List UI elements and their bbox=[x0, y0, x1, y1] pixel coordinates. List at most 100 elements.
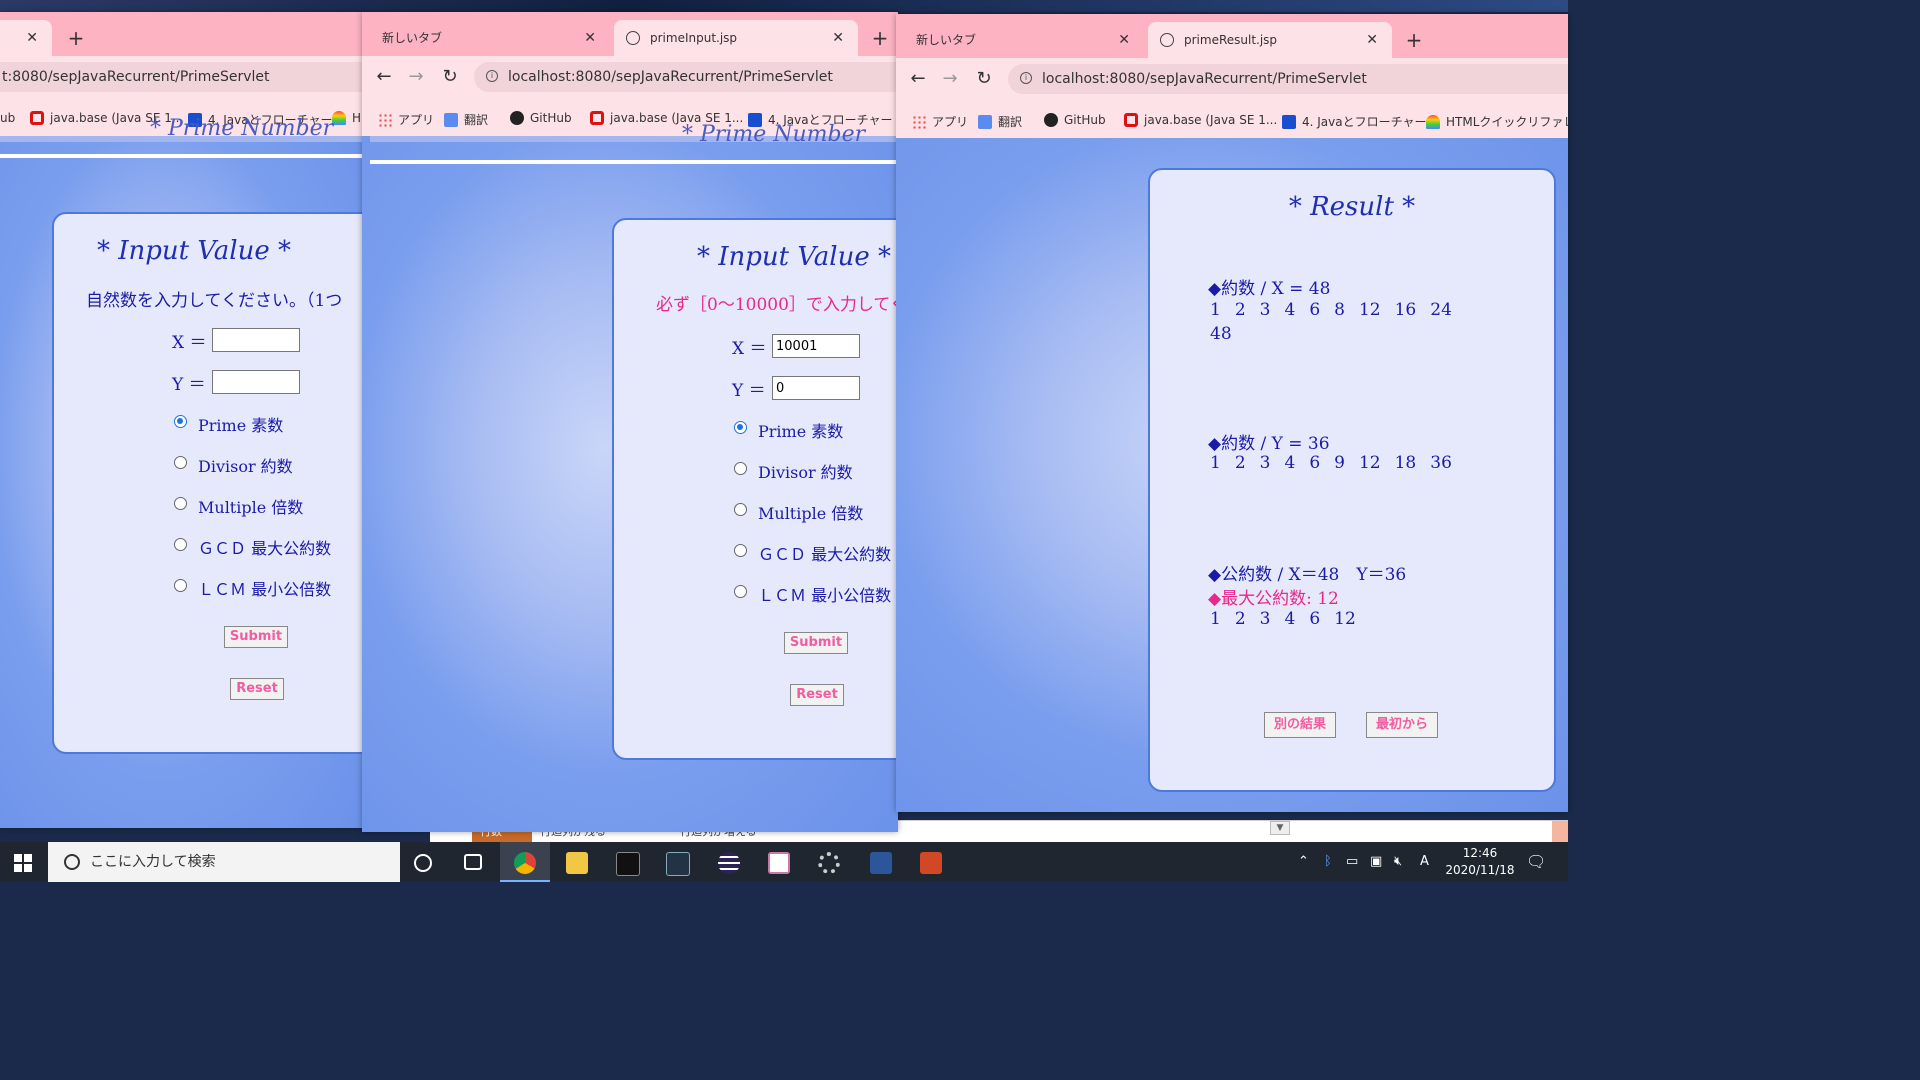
panel-title: * Input Value * bbox=[697, 242, 891, 272]
radio-icon[interactable] bbox=[174, 456, 187, 469]
browser-window-left: ✕ + t:8080/sepJavaRecurrent/PrimeServlet… bbox=[0, 12, 362, 828]
bookmark-apps[interactable]: アプリ bbox=[912, 113, 968, 130]
cortana-icon[interactable] bbox=[414, 854, 432, 872]
header-divider bbox=[0, 154, 362, 158]
list-item: 48 bbox=[1210, 324, 1232, 344]
tab-prime-input[interactable]: primeInput.jsp ✕ bbox=[614, 20, 858, 56]
terminal-icon[interactable] bbox=[616, 852, 640, 876]
start-over-button[interactable]: 最初から bbox=[1366, 712, 1438, 738]
new-tab-button[interactable]: + bbox=[1402, 28, 1426, 52]
x-divisors-heading: ◆約数 / X = 48 bbox=[1208, 279, 1331, 299]
task-view-icon[interactable] bbox=[464, 854, 482, 870]
y-divisors-list: 1 2 3 4 6 9 12 18 36 bbox=[1210, 453, 1466, 473]
bookmark-github[interactable]: GitHub bbox=[510, 111, 572, 125]
oracle-icon bbox=[1124, 113, 1138, 127]
bookmark-apps[interactable]: アプリ bbox=[378, 111, 434, 128]
address-bar: ← → ↻ i localhost:8080/sepJavaRecurrent/… bbox=[362, 56, 898, 104]
close-icon[interactable]: ✕ bbox=[26, 20, 38, 56]
forward-icon[interactable]: → bbox=[404, 66, 428, 87]
list-item: 4 bbox=[1284, 453, 1296, 473]
url-box[interactable]: t:8080/sepJavaRecurrent/PrimeServlet bbox=[0, 62, 362, 92]
back-icon[interactable]: ← bbox=[906, 68, 930, 89]
y-label: Y ＝ bbox=[732, 381, 766, 401]
panel-title: * Input Value * bbox=[97, 236, 291, 266]
new-tab-button[interactable]: + bbox=[64, 26, 88, 50]
mysql-icon[interactable] bbox=[666, 852, 690, 876]
radio-selected-icon[interactable] bbox=[174, 415, 187, 428]
forward-icon[interactable]: → bbox=[938, 68, 962, 89]
bookmark-html-quick[interactable]: HTMLクイックリファレ... bbox=[1426, 113, 1568, 130]
scroll-down-icon[interactable]: ▼ bbox=[1270, 821, 1290, 835]
reset-button[interactable]: Reset bbox=[790, 684, 844, 706]
ime-indicator[interactable]: A bbox=[1420, 854, 1429, 869]
input-panel: * Input Value * 必ず［0～10000］で入力してく X ＝ Y … bbox=[612, 218, 898, 760]
bookmark-java-flowchart[interactable]: 4. Javaとフローチャート bbox=[1282, 113, 1439, 130]
back-icon[interactable]: ← bbox=[372, 66, 396, 87]
clock-time: 12:46 bbox=[1462, 846, 1498, 860]
radio-icon[interactable] bbox=[174, 497, 187, 510]
heart-icon bbox=[332, 111, 346, 125]
new-tab-button[interactable]: + bbox=[868, 26, 892, 50]
bookmark-github[interactable]: GitHub bbox=[1044, 113, 1106, 127]
y-input[interactable] bbox=[212, 370, 300, 394]
word-icon[interactable] bbox=[870, 852, 892, 874]
radio-icon[interactable] bbox=[734, 462, 747, 475]
tab-prime-result[interactable]: primeResult.jsp ✕ bbox=[1148, 22, 1392, 58]
url-box[interactable]: i localhost:8080/sepJavaRecurrent/PrimeS… bbox=[474, 62, 898, 92]
submit-button[interactable]: Submit bbox=[224, 626, 288, 648]
list-item: 1 bbox=[1210, 453, 1221, 473]
bookmark-java-base[interactable]: java.base (Java SE 1... bbox=[1124, 113, 1277, 127]
other-result-button[interactable]: 別の結果 bbox=[1264, 712, 1336, 738]
radio-icon[interactable] bbox=[734, 544, 747, 557]
taskbar-clock[interactable]: 12:46 2020/11/18 bbox=[1440, 845, 1520, 879]
battery-icon[interactable]: ▭ bbox=[1346, 854, 1358, 869]
reset-button[interactable]: Reset bbox=[230, 678, 284, 700]
bluetooth-icon[interactable]: ᛒ bbox=[1324, 854, 1332, 869]
y-input[interactable] bbox=[772, 376, 860, 400]
radio-icon[interactable] bbox=[734, 503, 747, 516]
notification-icon[interactable]: 🗨︎ bbox=[1526, 852, 1546, 871]
close-icon[interactable]: ✕ bbox=[1118, 22, 1130, 58]
bookmark-github[interactable]: ub bbox=[0, 111, 15, 125]
result-panel: * Result * ◆約数 / X = 48 1 2 3 4 6 8 12 16 2448 ◆… bbox=[1148, 168, 1556, 792]
reload-icon[interactable]: ↻ bbox=[972, 68, 996, 89]
x-input[interactable] bbox=[772, 334, 860, 358]
info-icon[interactable]: i bbox=[1020, 72, 1032, 84]
close-icon[interactable]: ✕ bbox=[832, 20, 844, 56]
powerpoint-icon[interactable] bbox=[920, 852, 942, 874]
close-icon[interactable]: ✕ bbox=[584, 20, 596, 56]
page-header-title: * Prime Number bbox=[682, 122, 866, 147]
network-icon[interactable]: ▣ bbox=[1370, 854, 1382, 869]
url-box[interactable]: i localhost:8080/sepJavaRecurrent/PrimeS… bbox=[1008, 64, 1568, 94]
tab-new[interactable]: 新しいタブ ✕ bbox=[896, 22, 1144, 58]
volume-muted-icon[interactable]: 🔇︎ bbox=[1394, 854, 1402, 869]
close-icon[interactable]: ✕ bbox=[1366, 22, 1378, 58]
notepad-icon[interactable] bbox=[768, 852, 790, 874]
radio-icon[interactable] bbox=[174, 538, 187, 551]
list-item: 4 bbox=[1284, 300, 1296, 320]
bookmark-html-quick[interactable]: H bbox=[332, 111, 361, 125]
windows-start-icon[interactable] bbox=[14, 854, 32, 872]
bookmark-translate[interactable]: 翻訳 bbox=[978, 113, 1022, 130]
eclipse-icon[interactable] bbox=[718, 852, 740, 874]
file-explorer-icon[interactable] bbox=[566, 852, 588, 874]
bookmark-translate[interactable]: 翻訳 bbox=[444, 111, 488, 128]
submit-button[interactable]: Submit bbox=[784, 632, 848, 654]
panel-title: * Result * bbox=[1288, 192, 1416, 222]
tab-active[interactable]: ✕ bbox=[0, 20, 52, 56]
info-icon[interactable]: i bbox=[486, 70, 498, 82]
radio-icon[interactable] bbox=[734, 585, 747, 598]
settings-gear-icon[interactable] bbox=[818, 852, 840, 874]
tab-new[interactable]: 新しいタブ ✕ bbox=[362, 20, 610, 56]
tab-strip: 新しいタブ ✕ primeResult.jsp ✕ + bbox=[896, 14, 1568, 58]
x-input[interactable] bbox=[212, 328, 300, 352]
y-divisors-heading: ◆約数 / Y = 36 bbox=[1208, 434, 1330, 454]
taskbar-search[interactable]: ここに入力して検索 bbox=[48, 842, 400, 882]
chrome-icon[interactable] bbox=[514, 852, 536, 874]
reload-icon[interactable]: ↻ bbox=[438, 66, 462, 87]
list-item: 8 bbox=[1334, 300, 1345, 320]
radio-icon[interactable] bbox=[174, 579, 187, 592]
radio-selected-icon[interactable] bbox=[734, 421, 747, 434]
list-item: 3 bbox=[1259, 453, 1271, 473]
chevron-up-icon[interactable]: ⌃ bbox=[1298, 854, 1309, 869]
